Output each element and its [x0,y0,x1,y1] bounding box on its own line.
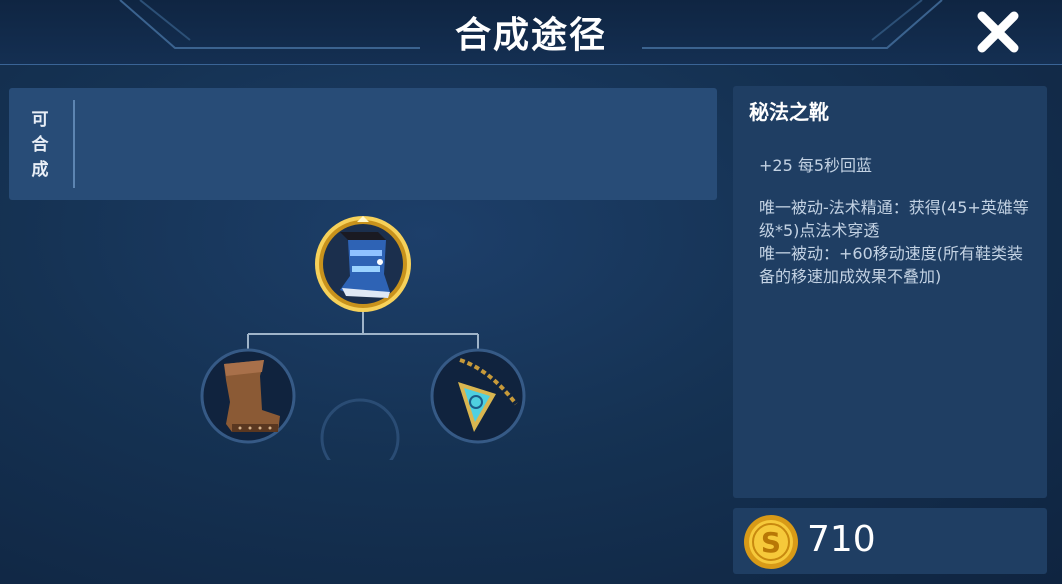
price-panel: S 710 [733,508,1047,574]
divider [73,100,75,188]
root-item-slot[interactable] [315,216,411,312]
item-detail-panel: 秘法之靴 +25 每5秒回蓝 唯一被动-法术精通：获得(45+英雄等级*5)点法… [733,86,1047,498]
craftable-label-char: 合 [31,135,49,155]
tree-connector [247,310,479,352]
item-stat: +25 每5秒回蓝 [759,156,873,175]
component-item-slot[interactable] [200,348,296,444]
item-price: 710 [807,519,876,560]
crafting-tree [190,210,550,478]
craftable-panel: 可 合 成 [9,88,717,200]
svg-text:S: S [761,526,781,559]
header-bar: 合成途径 [0,0,1062,65]
item-passive: 唯一被动-法术精通：获得(45+英雄等级*5)点法术穿透 [759,198,1029,240]
item-name: 秘法之靴 [749,100,829,124]
craftable-label-char: 成 [31,160,49,180]
component-item-slot[interactable] [430,348,526,444]
item-passive: 唯一被动：+60移动速度(所有鞋类装备的移速加成效果不叠加) [759,244,1024,286]
watermark-icon [320,398,400,478]
close-icon [977,11,1019,53]
close-button[interactable] [972,6,1024,58]
craftable-label-char: 可 [31,110,49,130]
item-passive-list: 唯一被动-法术精通：获得(45+英雄等级*5)点法术穿透 唯一被动：+60移动速… [759,196,1031,288]
craftable-label: 可 合 成 [29,108,51,183]
gold-coin-icon: S [744,515,798,569]
page-title: 合成途径 [454,15,607,56]
